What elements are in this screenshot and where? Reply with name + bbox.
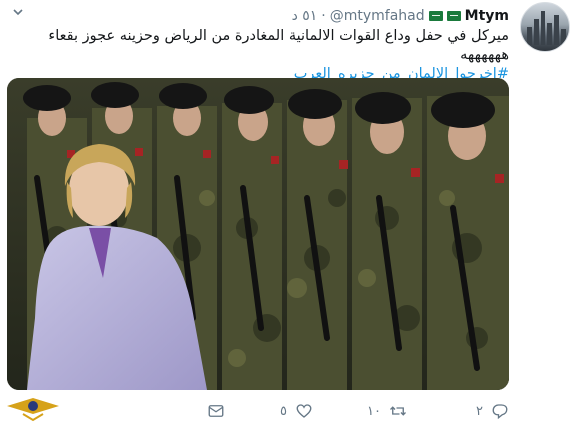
saudi-flag-icon [446,11,461,21]
envelope-icon [208,405,224,417]
retweet-button[interactable]: ١٠ [367,402,407,420]
reply-icon [492,404,508,420]
separator-dot: · [321,8,326,24]
tweet-body: ميركل في حفل وداع القوات الالمانية المغا… [48,28,509,63]
tweet-header: Mtym @mtymfahad · ٥١ د [292,7,509,25]
tweet-actions: ٢ ١٠ ٥ [60,402,509,424]
avatar[interactable] [520,2,570,52]
timestamp[interactable]: ٥١ د [292,8,318,24]
watermark-logo [3,394,63,426]
display-name[interactable]: Mtym [465,8,509,24]
like-button[interactable]: ٥ [280,402,313,420]
tweet-text: ميركل في حفل وداع القوات الالمانية المغا… [10,27,509,84]
user-handle[interactable]: @mtymfahad [330,8,425,24]
reply-button[interactable]: ٢ [476,402,509,420]
reply-count: ٢ [476,403,483,419]
tweet-card[interactable]: Mtym @mtymfahad · ٥١ د ميركل في حفل وداع… [0,0,581,428]
chevron-down-icon[interactable] [8,6,28,22]
retweet-count: ١٠ [367,403,381,419]
direct-message-button[interactable] [207,402,225,420]
retweet-icon [390,406,406,416]
tweet-photo[interactable] [7,78,509,390]
photo-soldiers-parade [7,78,509,390]
heart-icon [296,404,312,418]
saudi-flag-icon [428,11,443,21]
like-count: ٥ [280,403,287,419]
